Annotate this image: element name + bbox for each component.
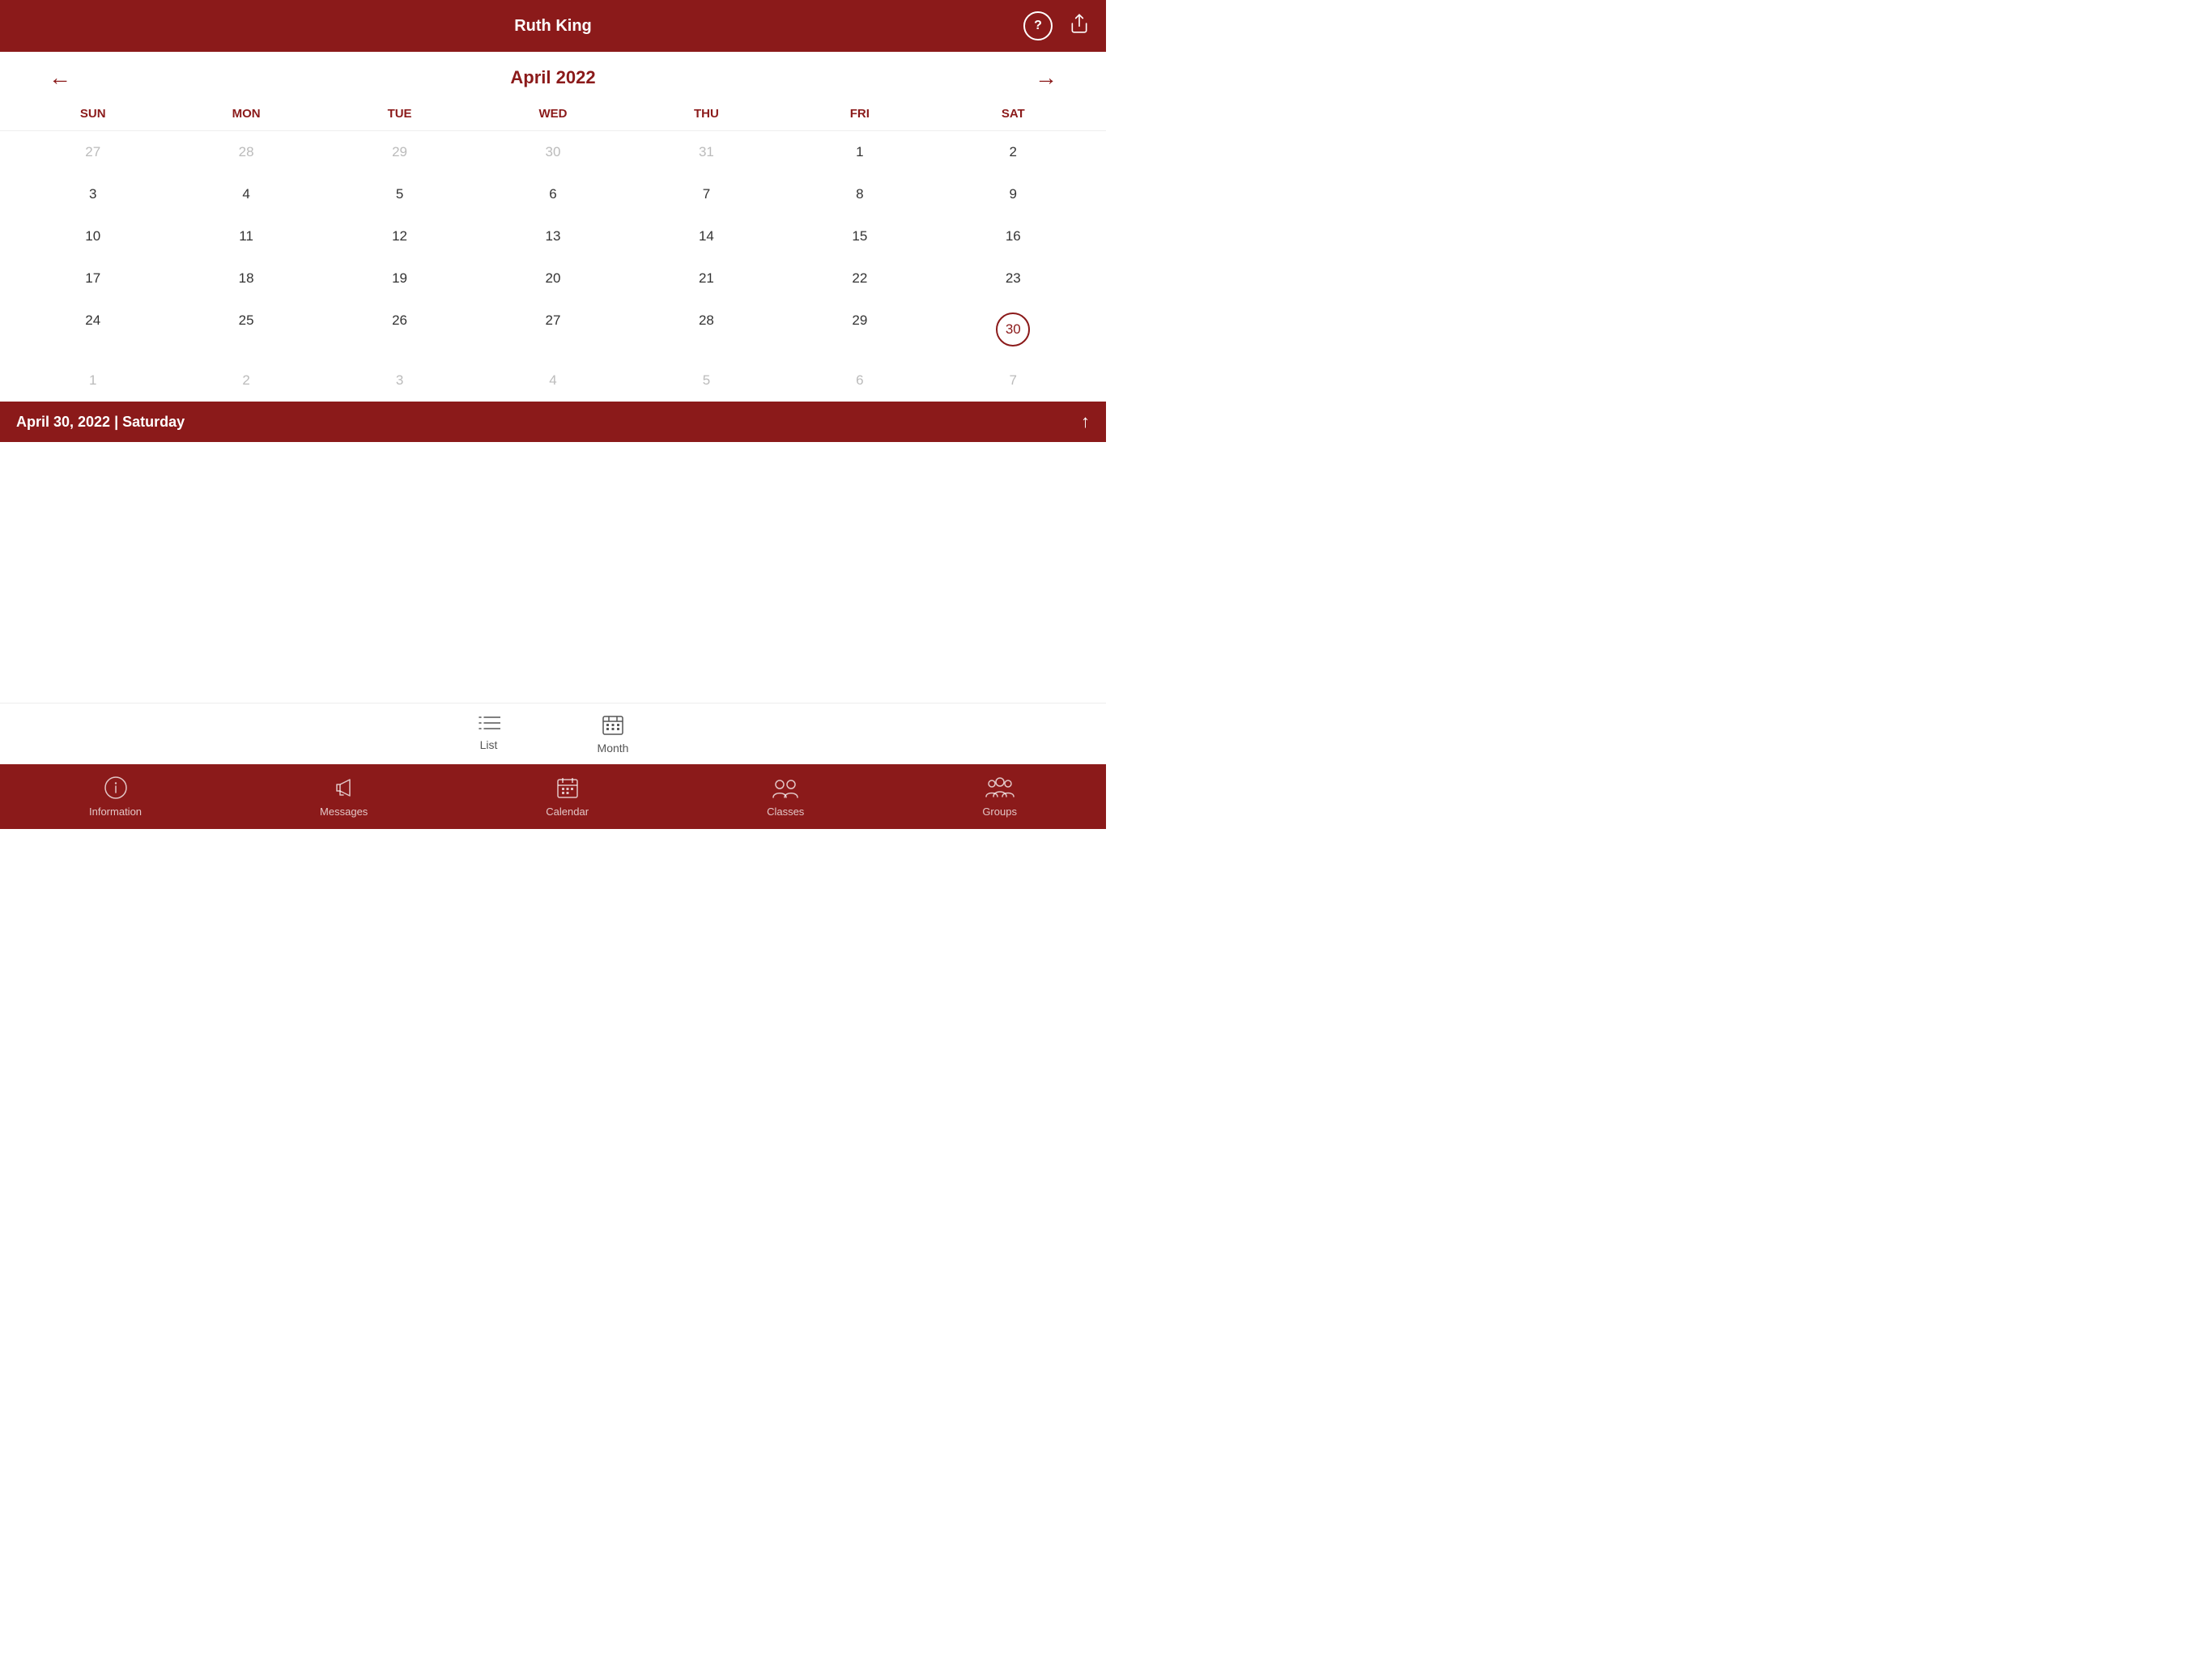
calendar-cell-w4-d0[interactable]: 24 [16,300,169,359]
header-actions: ? [1023,11,1090,40]
day-header-wed: WED [476,104,629,124]
month-year-label: April 2022 [510,67,595,88]
header-title: Ruth King [514,17,592,36]
month-view-label: Month [598,742,629,755]
calendar-cell-w4-d6[interactable]: 30 [937,300,1090,359]
calendar-cell-w0-d0[interactable]: 27 [16,131,169,173]
calendar-nav: ← April 2022 → [0,52,1106,104]
calendar-cell-w3-d2[interactable]: 19 [323,257,476,300]
calendar-cell-w0-d6[interactable]: 2 [937,131,1090,173]
classes-icon [772,776,799,802]
calendar-cell-w4-d2[interactable]: 26 [323,300,476,359]
share-button[interactable] [1069,13,1090,39]
calendar-cell-w3-d0[interactable]: 17 [16,257,169,300]
calendar-cell-w4-d5[interactable]: 29 [783,300,936,359]
calendar-cell-w3-d6[interactable]: 23 [937,257,1090,300]
help-button[interactable]: ? [1023,11,1053,40]
month-view-button[interactable]: Month [598,713,629,755]
calendar-cell-w0-d5[interactable]: 1 [783,131,936,173]
calendar-label: Calendar [546,806,589,818]
calendar-cell-w3-d4[interactable]: 21 [630,257,783,300]
calendar-cell-w0-d4[interactable]: 31 [630,131,783,173]
calendar-icon [555,776,580,802]
day-header-thu: THU [630,104,783,124]
calendar-cell-w1-d3[interactable]: 6 [476,173,629,215]
prev-month-button[interactable]: ← [49,65,71,91]
calendar-cell-w5-d5[interactable]: 6 [783,359,936,402]
day-header-mon: MON [169,104,322,124]
calendar-cell-w5-d2[interactable]: 3 [323,359,476,402]
groups-label: Groups [982,806,1017,818]
day-header-tue: TUE [323,104,476,124]
calendar-cell-w2-d5[interactable]: 15 [783,215,936,257]
info-label: Information [89,806,142,818]
calendar-cell-w1-d2[interactable]: 5 [323,173,476,215]
megaphone-icon [332,776,356,802]
calendar-cell-w0-d2[interactable]: 29 [323,131,476,173]
nav-item-classes[interactable]: Classes [767,776,804,818]
calendar-cell-w0-d3[interactable]: 30 [476,131,629,173]
info-icon [104,776,128,802]
list-view-label: List [480,738,498,751]
calendar-cell-w4-d1[interactable]: 25 [169,300,322,359]
next-month-button[interactable]: → [1035,65,1057,91]
calendar-cell-w4-d4[interactable]: 28 [630,300,783,359]
calendar-cell-w1-d1[interactable]: 4 [169,173,322,215]
calendar-cell-w3-d5[interactable]: 22 [783,257,936,300]
calendar-cell-w5-d0[interactable]: 1 [16,359,169,402]
nav-item-messages[interactable]: Messages [320,776,368,818]
classes-label: Classes [767,806,804,818]
nav-item-information[interactable]: Information [89,776,142,818]
calendar-cell-w2-d1[interactable]: 11 [169,215,322,257]
day-header-fri: FRI [783,104,936,124]
list-view-button[interactable]: List [478,713,500,755]
messages-label: Messages [320,806,368,818]
calendar-cell-w0-d1[interactable]: 28 [169,131,322,173]
selected-date-label: April 30, 2022 | Saturday [16,414,185,431]
groups-icon [985,776,1015,802]
calendar-cell-w5-d6[interactable]: 7 [937,359,1090,402]
calendar-grid: 2728293031123456789101112131415161718192… [0,131,1106,402]
calendar-cell-w2-d2[interactable]: 12 [323,215,476,257]
day-header-sun: SUN [16,104,169,124]
calendar-cell-w2-d6[interactable]: 16 [937,215,1090,257]
calendar-cell-w2-d0[interactable]: 10 [16,215,169,257]
month-icon [602,713,624,738]
calendar-cell-w1-d4[interactable]: 7 [630,173,783,215]
bottom-navigation: Information Messages [0,764,1106,829]
app-header: Ruth King ? [0,0,1106,52]
day-header-sat: SAT [937,104,1090,124]
calendar-cell-w2-d3[interactable]: 13 [476,215,629,257]
calendar-cell-w5-d4[interactable]: 5 [630,359,783,402]
calendar-cell-w2-d4[interactable]: 14 [630,215,783,257]
calendar-cell-w1-d0[interactable]: 3 [16,173,169,215]
nav-item-calendar[interactable]: Calendar [546,776,589,818]
day-headers: SUN MON TUE WED THU FRI SAT [0,104,1106,131]
selected-date-bar: April 30, 2022 | Saturday ↑ [0,402,1106,442]
calendar-cell-w1-d6[interactable]: 9 [937,173,1090,215]
calendar-cell-w5-d1[interactable]: 2 [169,359,322,402]
collapse-button[interactable]: ↑ [1081,411,1090,432]
list-icon [478,713,500,735]
calendar-cell-w3-d1[interactable]: 18 [169,257,322,300]
nav-item-groups[interactable]: Groups [982,776,1017,818]
view-toolbar: List Month [0,703,1106,764]
calendar-cell-w3-d3[interactable]: 20 [476,257,629,300]
calendar-cell-w4-d3[interactable]: 27 [476,300,629,359]
calendar-cell-w1-d5[interactable]: 8 [783,173,936,215]
calendar-cell-w5-d3[interactable]: 4 [476,359,629,402]
